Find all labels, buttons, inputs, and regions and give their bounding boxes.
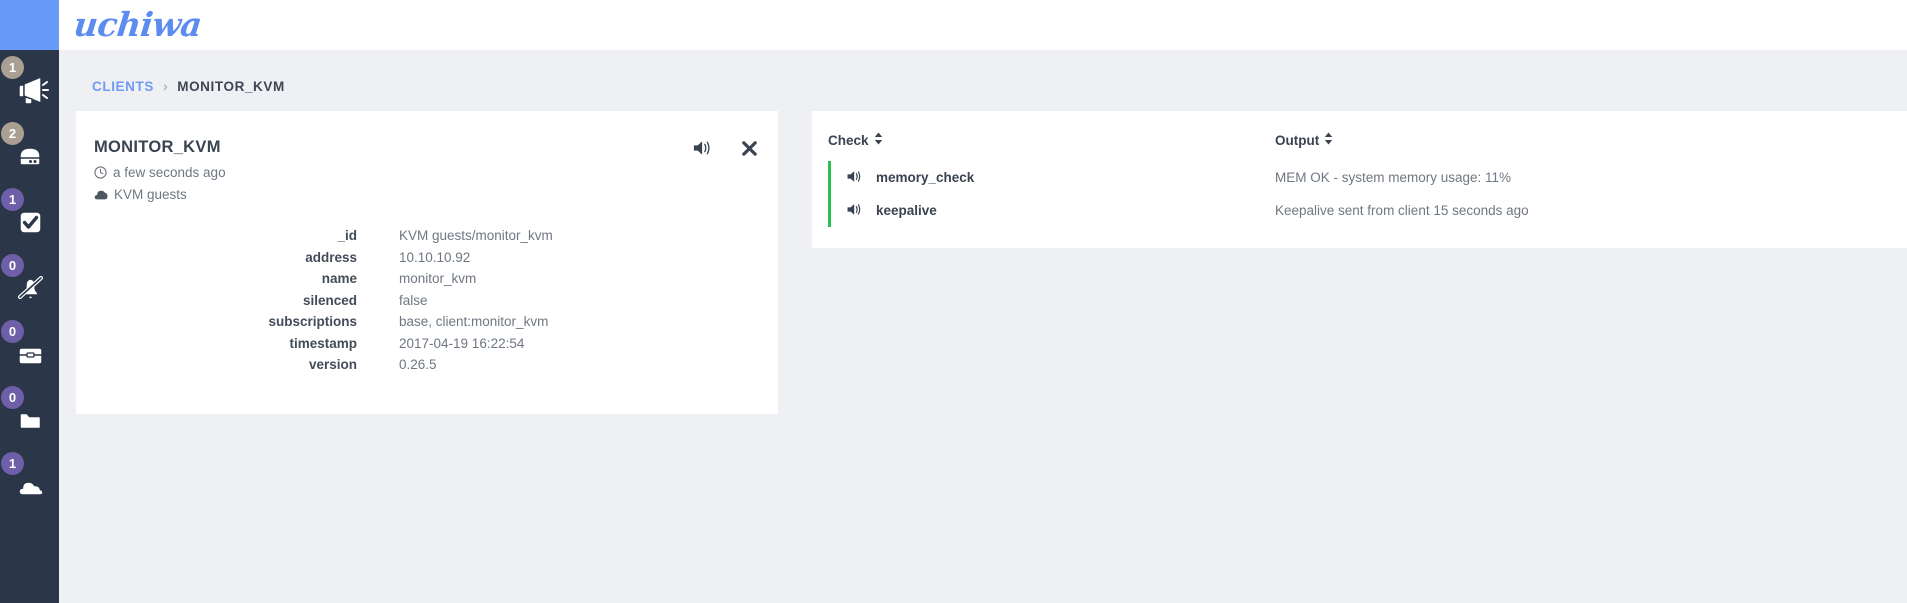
column-header-output[interactable]: Output xyxy=(1275,132,1333,148)
client-name-title: MONITOR_KVM xyxy=(94,138,221,156)
sidebar-item-datacenters[interactable]: 1 xyxy=(0,452,59,518)
property-value: monitor_kvm xyxy=(399,271,477,286)
table-row: subscriptions base, client:monitor_kvm xyxy=(76,314,778,336)
property-key: version xyxy=(308,357,357,372)
topbar: uchiwa xyxy=(59,0,1907,50)
table-row: address 10.10.10.92 xyxy=(76,250,778,272)
sidebar-badge-aggregates: 0 xyxy=(1,320,24,343)
silence-icon[interactable] xyxy=(846,169,863,189)
table-row: _id KVM guests/monitor_kvm xyxy=(76,228,778,250)
property-value: false xyxy=(399,292,428,308)
client-last-seen-text: a few seconds ago xyxy=(113,165,226,180)
property-value: 10.10.10.92 xyxy=(399,249,471,265)
table-row: name monitor_kvm xyxy=(76,271,778,293)
breadcrumb: CLIENTS › MONITOR_KVM xyxy=(92,78,285,94)
column-header-check[interactable]: Check xyxy=(828,132,883,148)
table-row[interactable]: keepalive Keepalive sent from client 15 … xyxy=(828,194,1907,227)
property-key: name xyxy=(321,271,357,286)
client-properties-table: _id KVM guests/monitor_kvm address 10.10… xyxy=(76,228,778,379)
property-key: address xyxy=(305,249,357,265)
property-key: subscriptions xyxy=(268,314,357,329)
clock-icon xyxy=(94,166,107,179)
client-last-seen: a few seconds ago xyxy=(94,165,226,180)
sidebar-logo-block xyxy=(0,0,59,50)
breadcrumb-separator: › xyxy=(162,78,169,94)
sidebar-item-events[interactable]: 1 xyxy=(0,56,59,122)
table-row: timestamp 2017-04-19 16:22:54 xyxy=(76,336,778,358)
sidebar-badge-events: 1 xyxy=(1,56,24,79)
app-logo[interactable]: uchiwa xyxy=(71,0,204,50)
property-key: _id xyxy=(337,228,357,243)
status-indicator xyxy=(828,194,831,227)
column-header-check-label: Check xyxy=(828,132,869,148)
property-value: KVM guests/monitor_kvm xyxy=(399,228,553,243)
sidebar-nav: 1 2 1 0 0 0 1 xyxy=(0,56,59,518)
check-name[interactable]: memory_check xyxy=(876,170,974,185)
checks-table-body: memory_check MEM OK - system memory usag… xyxy=(828,161,1907,227)
property-key: timestamp xyxy=(289,335,357,351)
client-detail-card: MONITOR_KVM a few seconds ago KVM guests xyxy=(76,111,778,414)
property-value: 0.26.5 xyxy=(399,357,437,372)
property-value: 2017-04-19 16:22:54 xyxy=(399,335,525,351)
checks-panel: Check Output memory_check MEM OK - syste… xyxy=(812,111,1907,248)
check-output: Keepalive sent from client 15 seconds ag… xyxy=(1275,203,1529,218)
breadcrumb-link-clients[interactable]: CLIENTS xyxy=(92,79,154,94)
check-name[interactable]: keepalive xyxy=(876,203,937,218)
card-action-bar xyxy=(692,139,758,162)
check-output: MEM OK - system memory usage: 11% xyxy=(1275,170,1512,185)
sidebar-badge-datacenters: 1 xyxy=(1,452,24,475)
sidebar-badge-clients: 2 xyxy=(1,122,24,145)
client-datacenter-text: KVM guests xyxy=(114,187,187,202)
sidebar-item-silenced[interactable]: 0 xyxy=(0,254,59,320)
sidebar-badge-silenced: 0 xyxy=(1,254,24,277)
sidebar-item-checks[interactable]: 1 xyxy=(0,188,59,254)
silence-icon[interactable] xyxy=(846,202,863,222)
sidebar: 1 2 1 0 0 0 1 xyxy=(0,0,59,603)
sort-icon xyxy=(874,132,883,148)
status-indicator xyxy=(828,161,831,194)
close-icon[interactable] xyxy=(741,140,758,162)
breadcrumb-current: MONITOR_KVM xyxy=(177,78,285,94)
table-row: version 0.26.5 xyxy=(76,357,778,379)
sidebar-item-clients[interactable]: 2 xyxy=(0,122,59,188)
table-row: silenced false xyxy=(76,293,778,315)
sidebar-item-stashes[interactable]: 0 xyxy=(0,386,59,452)
client-datacenter: KVM guests xyxy=(94,187,187,202)
column-header-output-label: Output xyxy=(1275,132,1320,148)
property-value: base, client:monitor_kvm xyxy=(399,314,549,329)
table-row[interactable]: memory_check MEM OK - system memory usag… xyxy=(828,161,1907,194)
sidebar-badge-checks: 1 xyxy=(1,188,24,211)
sort-icon xyxy=(1324,132,1333,148)
cloud-icon xyxy=(94,189,108,201)
sidebar-badge-stashes: 0 xyxy=(1,386,24,409)
silence-icon[interactable] xyxy=(692,139,713,162)
main-content: CLIENTS › MONITOR_KVM MONITOR_KVM a few … xyxy=(59,50,1907,603)
checks-table-header: Check Output xyxy=(812,132,1907,156)
sidebar-item-aggregates[interactable]: 0 xyxy=(0,320,59,386)
property-key: silenced xyxy=(302,292,357,308)
